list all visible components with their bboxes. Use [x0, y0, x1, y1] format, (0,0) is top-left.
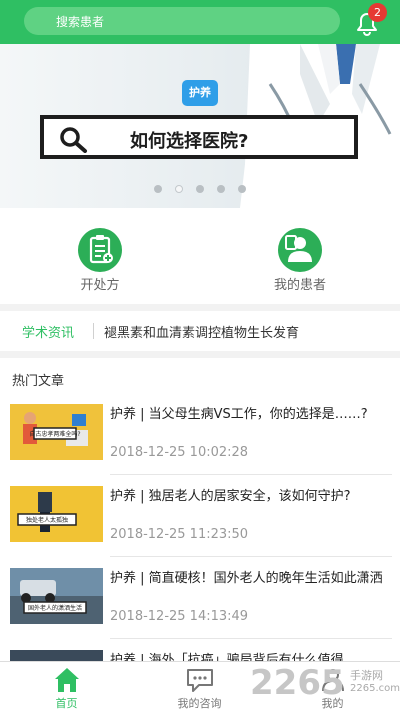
top-bar: 搜索患者 2 — [0, 0, 400, 44]
magnifier-icon — [60, 127, 87, 153]
article-item[interactable]: 独处老人太孤独 护养 | 独居老人的居家安全，该如何守护? 2018-12-25… — [0, 486, 400, 568]
article-date: 2018-12-25 11:23:50 — [110, 527, 249, 542]
tab-label: 我的咨询 — [177, 697, 222, 710]
thumb-caption: 国外老人的潇洒生活 — [28, 604, 82, 612]
thumb-caption: 自古忠孝两难全吗? — [29, 430, 80, 438]
article-item[interactable]: 自古忠孝两难全吗? 护养 | 当父母生病VS工作，你的选择是……? 2018-1… — [0, 404, 400, 486]
article-thumbnail: 独处老人太孤独 — [10, 486, 103, 542]
patient-icon — [278, 228, 322, 272]
divider — [110, 638, 392, 639]
tab-home[interactable]: 首页 — [0, 662, 133, 711]
carousel-dot[interactable] — [154, 185, 162, 193]
hot-articles: 热门文章 自古忠孝两难全吗? 护养 | 当父母生病VS工作，你的选择是……? 2… — [0, 358, 400, 661]
section-title: 热门文章 — [12, 374, 65, 389]
carousel-dot[interactable] — [196, 185, 204, 193]
watermark: 2265 手游网 2265.com — [250, 661, 400, 711]
notification-badge: 2 — [368, 3, 387, 22]
article-item[interactable]: 国外老人的潇洒生活 护养 | 简直硬核！国外老人的晚年生活如此潇洒 2018-1… — [0, 568, 400, 650]
carousel-dot[interactable] — [217, 185, 225, 193]
thumb-caption: 独处老人太孤独 — [26, 516, 68, 524]
carousel-indicators — [154, 185, 246, 195]
tab-label: 首页 — [55, 697, 78, 710]
watermark-url: 2265.com — [350, 683, 400, 694]
article-thumbnail: 自古忠孝两难全吗? — [10, 404, 103, 460]
article-date: 2018-12-25 14:13:49 — [110, 609, 249, 624]
article-date: 2018-12-25 10:02:28 — [110, 445, 249, 460]
shortcut-my-patients-label: 我的患者 — [273, 278, 326, 293]
banner-carousel[interactable]: 护养 如何选择医院? — [0, 44, 400, 208]
shortcut-panel: 开处方 我的患者 — [0, 208, 400, 304]
watermark-number: 2265 — [250, 663, 345, 703]
divider — [110, 556, 392, 557]
watermark-site: 手游网 — [350, 669, 383, 682]
prescription-icon — [78, 228, 122, 272]
carousel-dot-active[interactable] — [175, 185, 183, 193]
carousel-dot[interactable] — [238, 185, 246, 193]
home-icon — [55, 668, 79, 692]
news-divider — [93, 323, 94, 339]
search-input[interactable]: 搜索患者 — [24, 7, 340, 35]
banner-headline: 如何选择医院? — [130, 131, 249, 152]
chat-icon — [187, 669, 213, 692]
article-title: 护养 | 当父母生病VS工作，你的选择是……? — [110, 407, 368, 422]
shortcut-my-patients[interactable]: 我的患者 — [245, 228, 355, 298]
article-title: 护养 | 独居老人的居家安全，该如何守护? — [110, 489, 351, 504]
academic-news-bar[interactable]: 学术资讯 褪黑素和血清素调控植物生长发育 — [0, 311, 400, 351]
banner-question-box: 如何选择医院? — [40, 115, 358, 159]
news-headline[interactable]: 褪黑素和血清素调控植物生长发育 — [104, 322, 299, 341]
banner-tag: 护养 — [182, 80, 218, 106]
search-placeholder: 搜索患者 — [56, 15, 105, 29]
shortcut-prescribe[interactable]: 开处方 — [45, 228, 155, 298]
article-thumbnail: 国外老人的潇洒生活 — [10, 568, 103, 624]
article-item[interactable]: 护养 | 海外「抗癌」骗局背后有什么值得 — [0, 650, 400, 661]
news-label: 学术资讯 — [22, 326, 75, 341]
article-title: 护养 | 海外「抗癌」骗局背后有什么值得 — [110, 653, 344, 661]
tab-consultations[interactable]: 我的咨询 — [133, 662, 266, 711]
divider — [110, 474, 392, 475]
shortcut-prescribe-label: 开处方 — [80, 278, 120, 293]
article-thumbnail — [10, 650, 103, 661]
article-title: 护养 | 简直硬核！国外老人的晚年生活如此潇洒 — [110, 571, 383, 586]
